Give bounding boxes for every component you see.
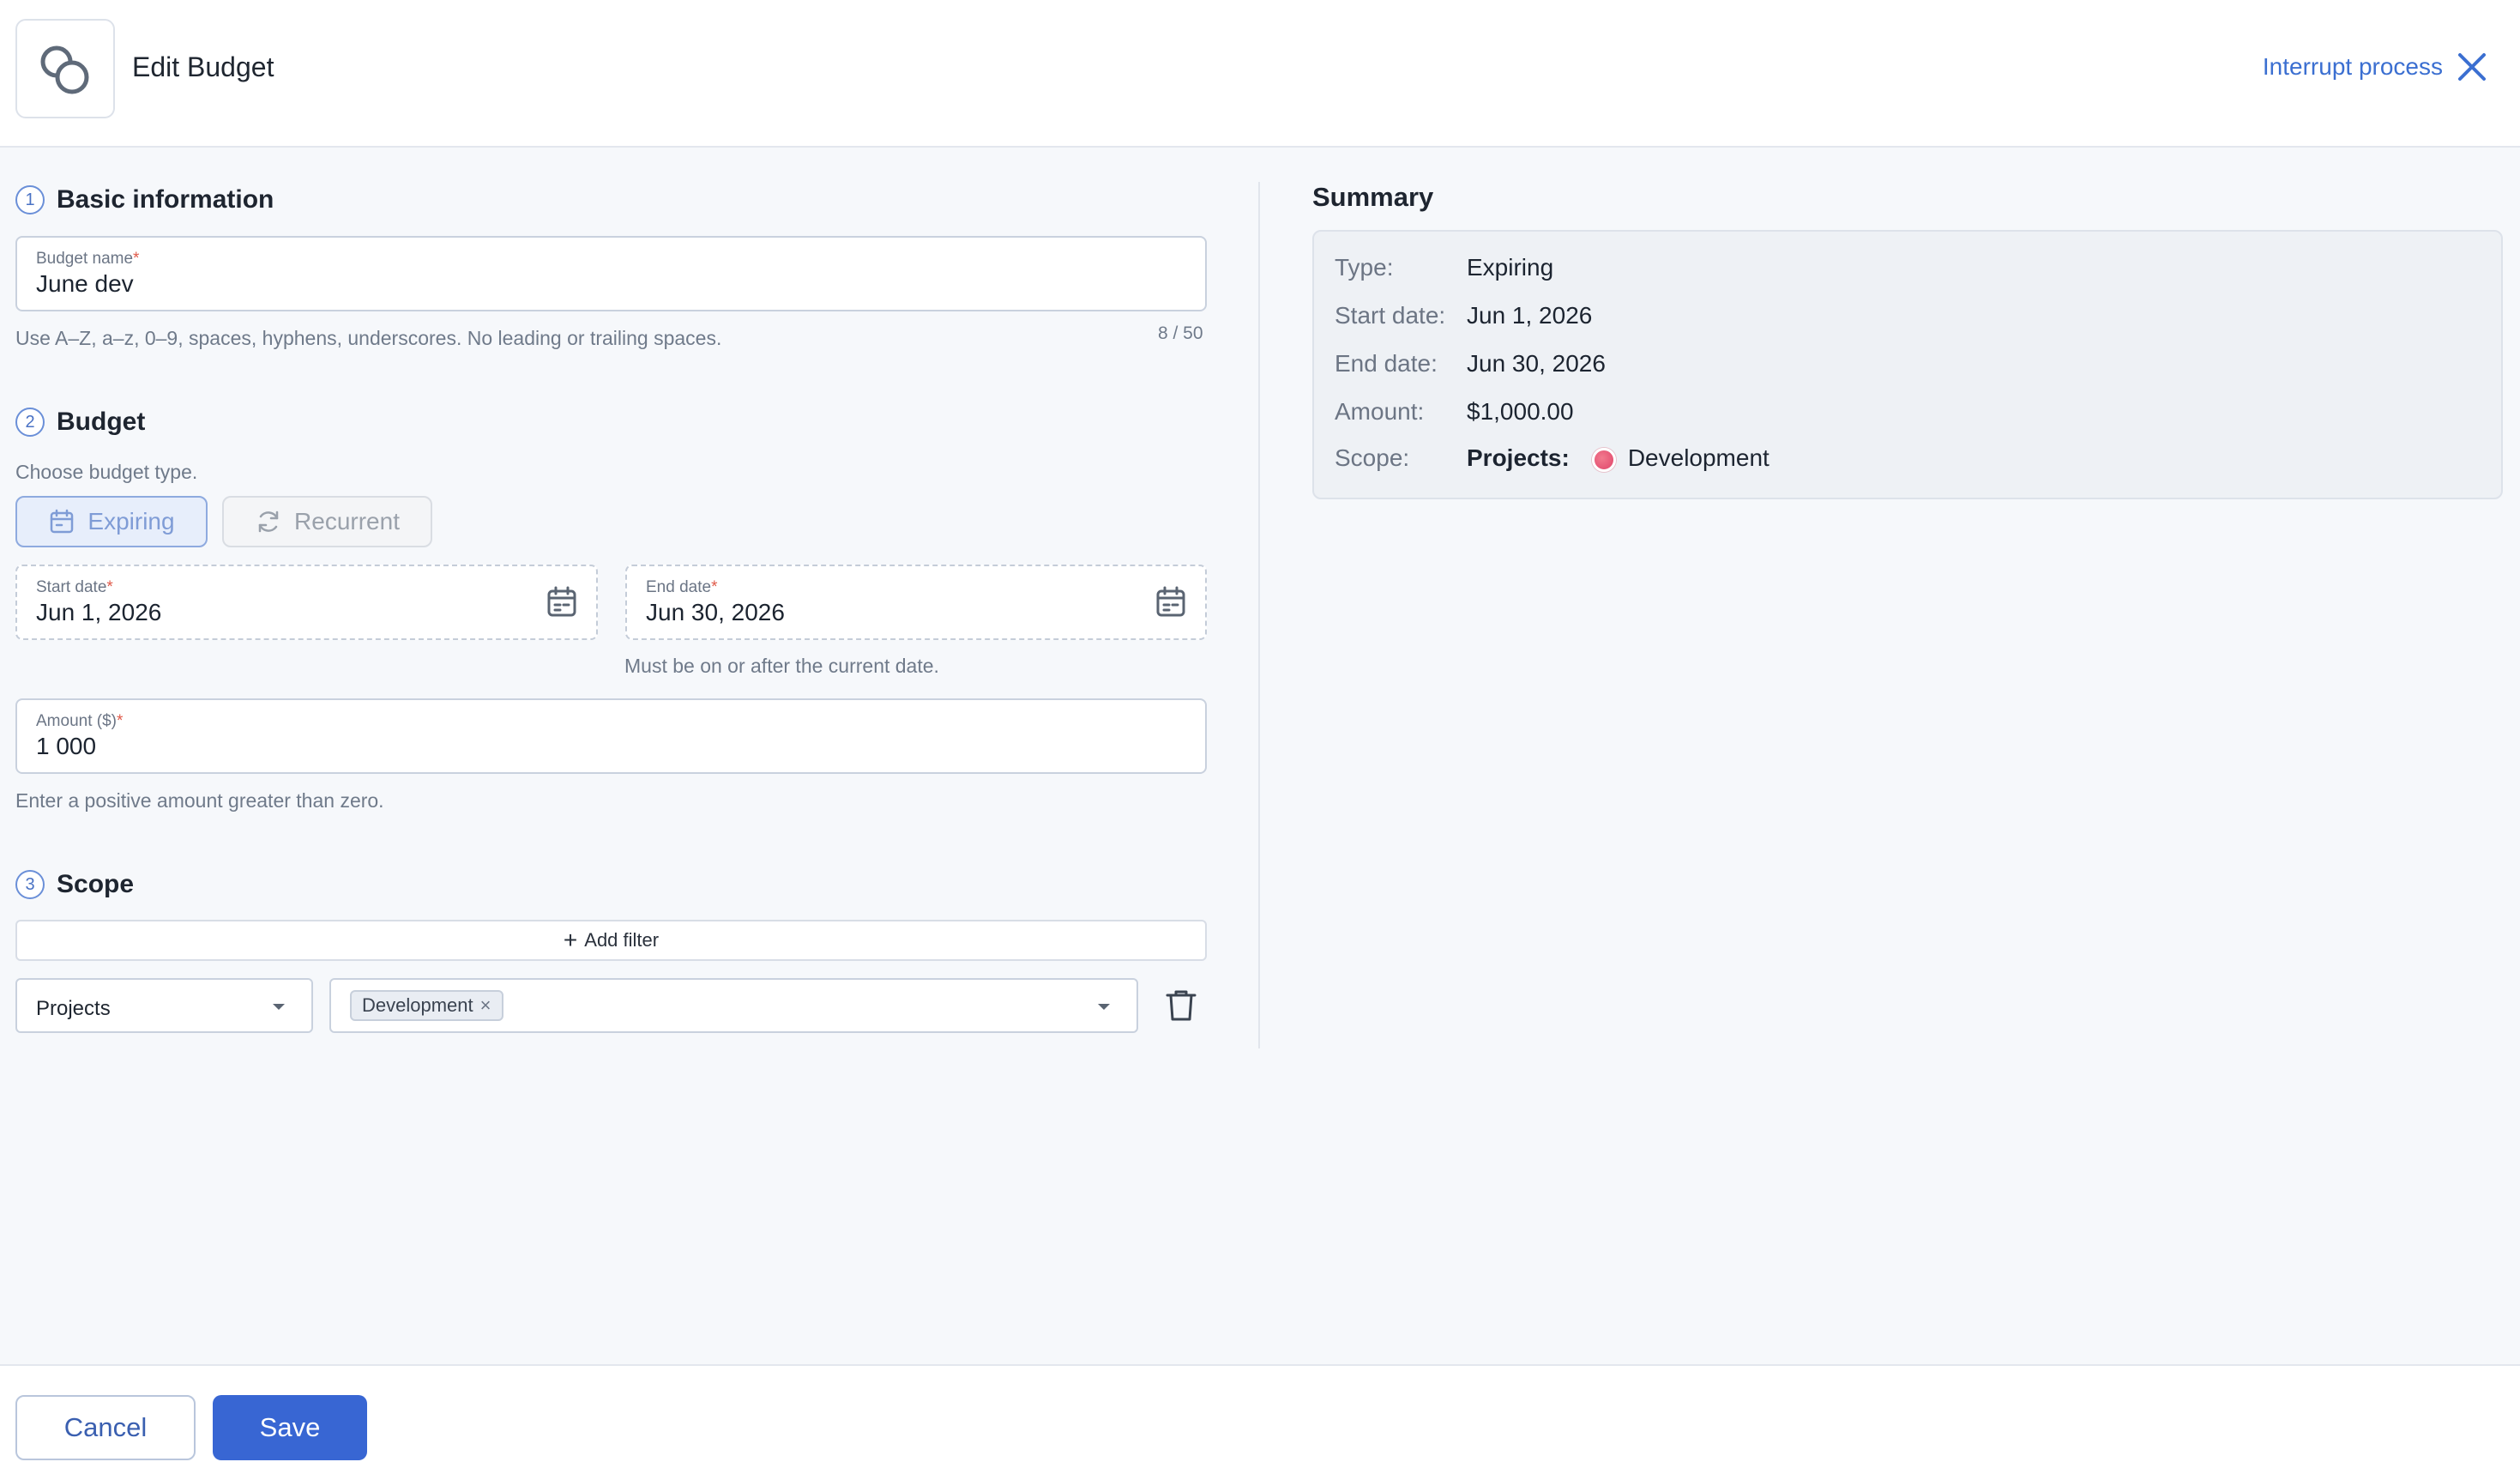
- section-scope: 3 Scope: [15, 870, 134, 899]
- interrupt-process-link[interactable]: Interrupt process: [2263, 53, 2443, 81]
- save-button[interactable]: Save: [213, 1395, 367, 1460]
- summary-key: Start date:: [1335, 302, 1446, 329]
- expiring-label: Expiring: [87, 508, 175, 535]
- summary-value: $1,000.00: [1467, 398, 1574, 425]
- amount-label: Amount ($): [36, 712, 117, 730]
- summary-row-start-date: Start date: Jun 1, 2026: [1335, 302, 1592, 329]
- required-marker: *: [116, 712, 124, 730]
- summary-value: Jun 30, 2026: [1467, 350, 1606, 377]
- end-date-field[interactable]: End date* Jun 30, 2026: [625, 565, 1207, 640]
- summary-key: Amount:: [1335, 398, 1425, 425]
- expiring-type-button[interactable]: Expiring: [15, 496, 208, 547]
- scope-category: Projects:: [1467, 444, 1570, 471]
- cancel-button[interactable]: Cancel: [15, 1395, 196, 1460]
- budget-name-label: Budget name: [36, 250, 134, 268]
- end-date-label: End date: [646, 578, 712, 596]
- summary-row-type: Type: Expiring: [1335, 254, 1553, 281]
- section-budget: 2 Budget: [15, 408, 145, 437]
- section-title: Budget: [57, 408, 146, 436]
- plus-icon: +: [563, 927, 578, 953]
- character-counter: 8 / 50: [1158, 323, 1203, 343]
- summary-row-scope: Scope: Projects: Development: [1335, 444, 1769, 472]
- start-date-label: Start date: [36, 578, 107, 596]
- calendar-icon: [51, 509, 74, 534]
- budget-logo-icon: [15, 19, 115, 118]
- start-date-field[interactable]: Start date* Jun 1, 2026: [15, 565, 598, 640]
- scope-project: Development: [1627, 444, 1769, 471]
- required-marker: *: [133, 250, 140, 268]
- trash-icon[interactable]: [1165, 988, 1197, 1027]
- amount-input[interactable]: 1 000: [36, 733, 96, 760]
- section-title: Basic information: [57, 185, 274, 214]
- budget-name-hint: Use A–Z, a–z, 0–9, spaces, hyphens, unde…: [15, 327, 722, 349]
- budget-name-input[interactable]: June dev: [36, 270, 134, 298]
- step-number: 1: [15, 185, 45, 214]
- footer-bar: Cancel Save: [0, 1364, 2520, 1474]
- scope-chip: Development ×: [350, 990, 503, 1021]
- amount-field[interactable]: Amount ($)* 1 000: [15, 698, 1207, 774]
- column-divider: [1258, 182, 1260, 1048]
- summary-key: Scope:: [1335, 444, 1410, 471]
- filter-type-select[interactable]: Projects: [15, 978, 313, 1033]
- end-date-hint: Must be on or after the current date.: [624, 655, 939, 677]
- project-color-dot-icon: [1591, 447, 1616, 472]
- summary-panel: Type: Expiring Start date: Jun 1, 2026 E…: [1312, 230, 2503, 499]
- budget-type-prompt: Choose budget type.: [15, 461, 198, 483]
- end-date-value[interactable]: Jun 30, 2026: [646, 599, 785, 626]
- start-date-value[interactable]: Jun 1, 2026: [36, 599, 161, 626]
- chevron-down-icon: [1098, 1004, 1110, 1010]
- calendar-icon[interactable]: [545, 585, 579, 624]
- recurrent-label: Recurrent: [294, 508, 400, 535]
- filter-type-value: Projects: [36, 997, 111, 1020]
- summary-key: End date:: [1335, 350, 1438, 377]
- summary-value: Jun 1, 2026: [1467, 302, 1593, 329]
- header-bar: Edit Budget Interrupt process: [0, 0, 2520, 148]
- filter-values-select[interactable]: Development ×: [329, 978, 1138, 1033]
- calendar-icon[interactable]: [1154, 585, 1188, 624]
- section-basic-information: 1 Basic information: [15, 185, 274, 214]
- remove-chip-icon[interactable]: ×: [480, 994, 491, 1017]
- step-number: 2: [15, 408, 45, 437]
- section-title: Scope: [57, 870, 135, 898]
- required-marker: *: [711, 578, 718, 596]
- add-filter-button[interactable]: + Add filter: [15, 920, 1207, 961]
- summary-title: Summary: [1312, 182, 1434, 212]
- summary-value: Expiring: [1467, 254, 1554, 281]
- summary-row-amount: Amount: $1,000.00: [1335, 398, 1574, 426]
- scope-chip-label: Development: [362, 994, 473, 1016]
- refresh-icon: [258, 510, 279, 533]
- required-marker: *: [106, 578, 113, 596]
- amount-hint: Enter a positive amount greater than zer…: [15, 789, 384, 812]
- chevron-down-icon: [273, 1004, 285, 1010]
- close-icon[interactable]: [2455, 50, 2489, 88]
- summary-key: Type:: [1335, 254, 1394, 281]
- summary-row-end-date: End date: Jun 30, 2026: [1335, 350, 1606, 378]
- step-number: 3: [15, 870, 45, 899]
- recurrent-type-button[interactable]: Recurrent: [222, 496, 432, 547]
- add-filter-label: Add filter: [584, 929, 660, 951]
- page-title: Edit Budget: [132, 51, 274, 82]
- budget-name-field[interactable]: Budget name* June dev: [15, 236, 1207, 311]
